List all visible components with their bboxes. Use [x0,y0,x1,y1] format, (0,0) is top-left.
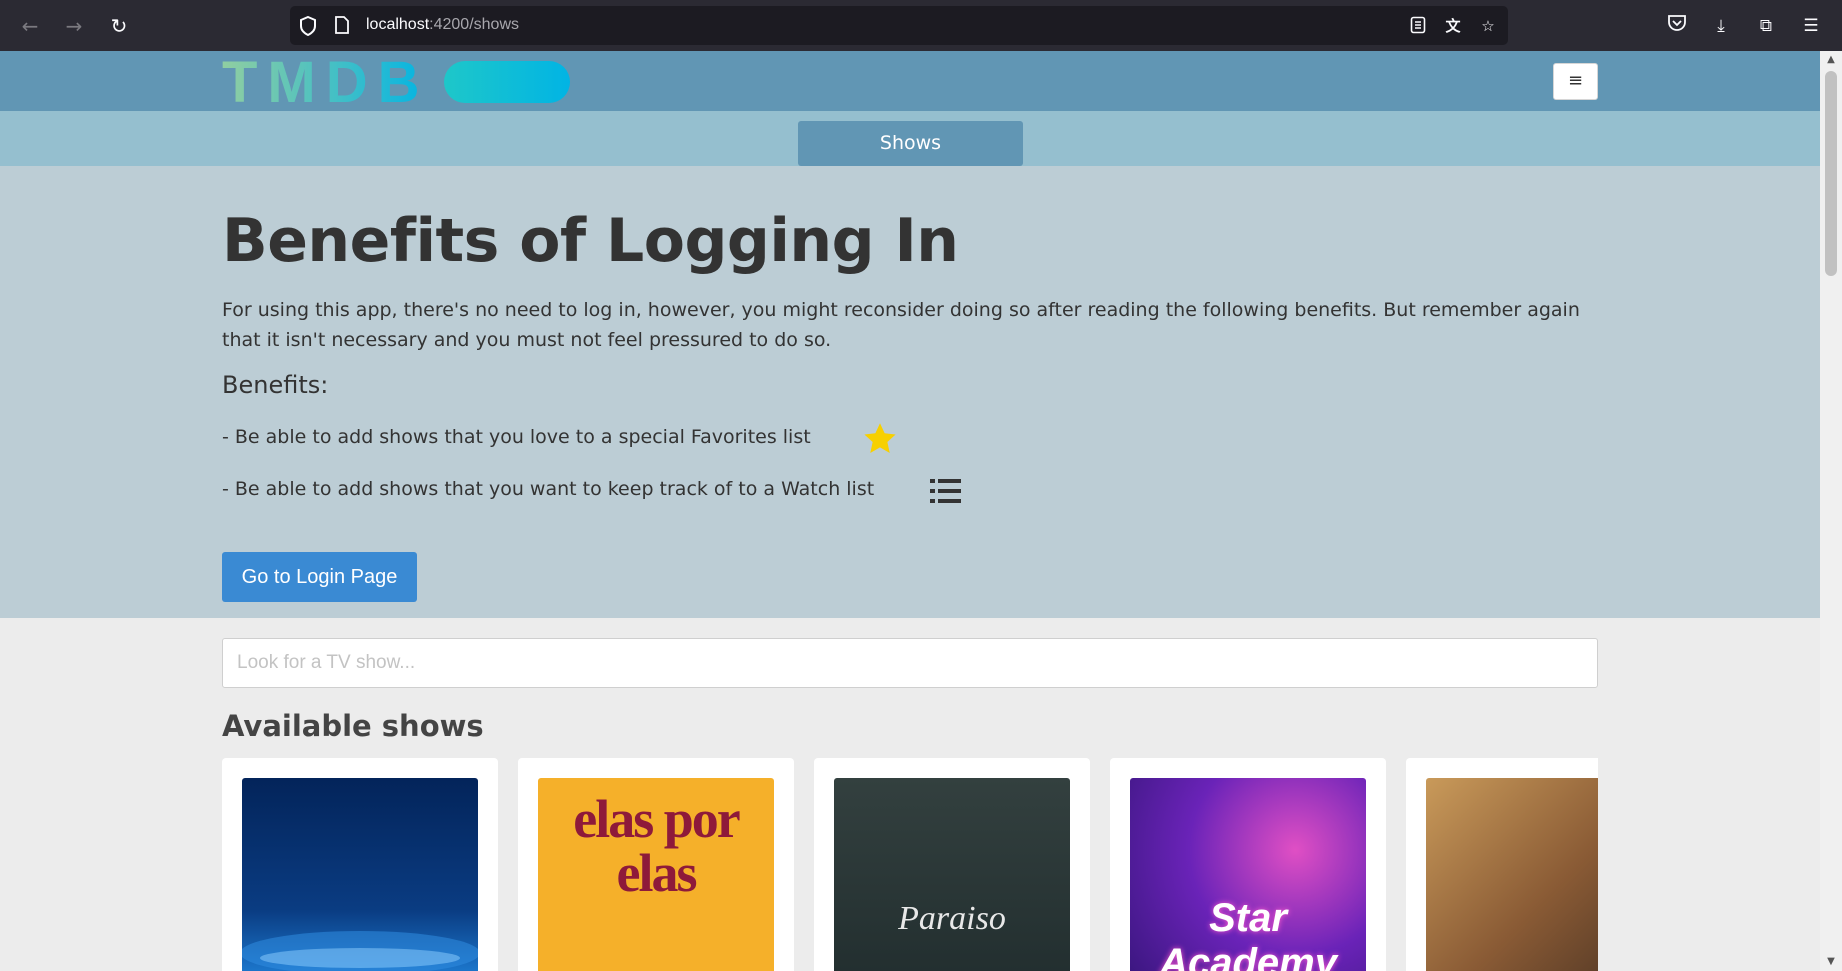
browser-toolbar: ← → ↻ localhost:4200/shows 文 ☆ ⤓ ⧉ ☰ [0,0,1842,51]
url-path: :4200/shows [429,16,519,33]
show-card[interactable]: Paraiso [814,758,1090,971]
sub-navigation: Shows [0,111,1820,166]
star-icon [864,423,896,453]
show-card[interactable] [1406,758,1598,971]
show-poster[interactable]: tagesschau [242,778,478,971]
page-scrollbar[interactable]: ▲ ▼ [1820,51,1842,971]
page-viewport: TMDB ≡ Shows Benefits of Logging In For … [0,51,1820,971]
intro-text: For using this app, there's no need to l… [222,299,1580,351]
page-icon [332,16,352,36]
login-benefits-section: Benefits of Logging In For using this ap… [0,166,1820,618]
page-title: Benefits of Logging In [222,206,959,276]
world-map-graphic [242,931,478,971]
show-card[interactable]: Star Academy [1110,758,1386,971]
url-text[interactable]: localhost:4200/shows [366,16,519,34]
show-poster[interactable]: Star Academy [1130,778,1366,971]
show-poster[interactable]: elas por elas [538,778,774,971]
hamburger-icon: ≡ [1567,70,1584,91]
scroll-down-arrow-icon[interactable]: ▼ [1820,953,1842,971]
show-card[interactable]: tagesschau [222,758,498,971]
shield-icon[interactable] [298,15,318,37]
reader-view-icon[interactable] [1408,16,1428,36]
show-poster[interactable] [1426,778,1598,971]
available-shows-heading: Available shows [222,709,484,743]
list-icon [930,479,961,503]
show-card[interactable]: elas por elas [518,758,794,971]
back-icon[interactable]: ← [18,14,42,38]
pocket-icon[interactable] [1665,14,1689,38]
hamburger-menu-icon[interactable]: ☰ [1799,14,1823,38]
bookmark-star-icon[interactable]: ☆ [1478,16,1498,36]
logo-pill-shape [444,61,570,103]
tmdb-logo[interactable]: TMDB [222,53,430,113]
address-bar[interactable]: localhost:4200/shows 文 ☆ [290,6,1508,45]
translate-icon[interactable]: 文 [1443,16,1463,36]
poster-title: elas por elas [573,789,741,903]
reload-icon[interactable]: ↻ [107,14,131,38]
scrollbar-thumb[interactable] [1825,71,1837,276]
poster-title: Star Academy [1159,896,1337,971]
show-poster[interactable]: Paraiso [834,778,1070,971]
forward-icon[interactable]: → [62,14,86,38]
benefits-heading: Benefits: [222,371,329,399]
scroll-up-arrow-icon[interactable]: ▲ [1820,51,1842,69]
menu-toggle-button[interactable]: ≡ [1553,63,1598,100]
download-icon[interactable]: ⤓ [1709,14,1733,38]
benefit-watchlist: - Be able to add shows that you want to … [222,478,875,500]
url-host: localhost [366,16,430,33]
extensions-icon[interactable]: ⧉ [1754,14,1778,38]
go-to-login-button[interactable]: Go to Login Page [222,552,417,602]
benefit-favorites: - Be able to add shows that you love to … [222,426,811,448]
site-header: TMDB ≡ [0,51,1820,113]
show-search-input[interactable] [222,638,1598,688]
poster-title: Paraiso [898,900,1006,937]
shows-grid: tagesschau elas por elas Paraiso Star Ac… [222,758,1598,971]
shows-nav-button[interactable]: Shows [798,121,1023,166]
